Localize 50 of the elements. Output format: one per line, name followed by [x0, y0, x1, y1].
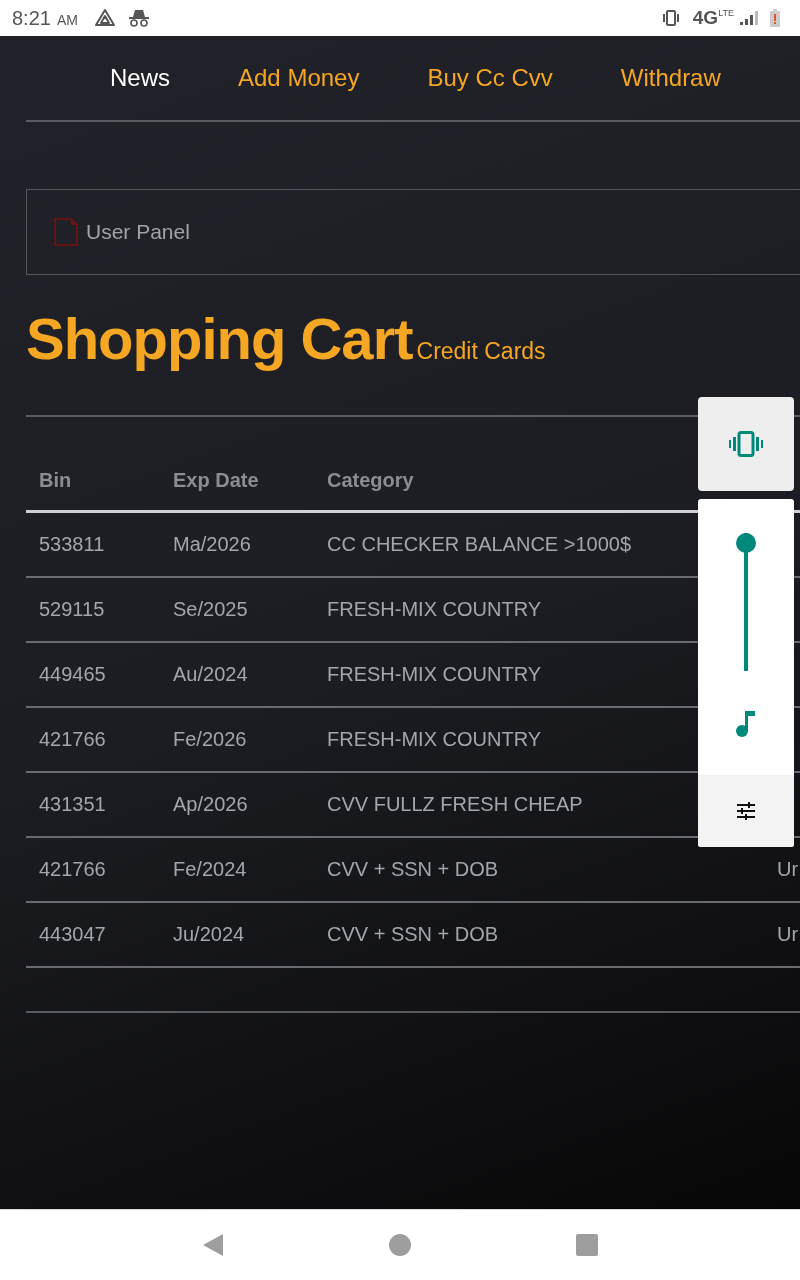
- back-icon[interactable]: [202, 1233, 225, 1257]
- document-icon: [54, 218, 78, 246]
- table-cell-text: 529115: [38, 598, 106, 621]
- settings-icon: [736, 801, 756, 821]
- network-type: 4G: [692, 7, 719, 29]
- table-cell-text: CVV FULLZ FRESH CHEAP: [326, 793, 583, 816]
- network-subtype: LTE: [718, 8, 734, 18]
- table-cell-text: Fe/2024: [172, 858, 248, 881]
- music-note-icon: [736, 709, 756, 737]
- nav-link[interactable]: News: [110, 64, 170, 92]
- vibrate-icon: [660, 10, 681, 26]
- table-cell-text: CVV + SSN + DOB: [326, 923, 499, 946]
- table-cell-text: Se/2025: [172, 598, 249, 621]
- table-cell: Ur: [777, 923, 800, 946]
- nav-link[interactable]: Withdraw: [620, 64, 721, 92]
- table-cell-text: 449465: [38, 663, 107, 686]
- page-subtitle: Credit Cards: [416, 338, 546, 365]
- table-cell-text: FRESH-MIX COUNTRY: [326, 598, 542, 621]
- table-cell-text: 431351: [38, 793, 107, 816]
- table-cell-text: 533811: [38, 533, 106, 556]
- clock-time: 8:21: [12, 6, 51, 30]
- table-cell-text: CC CHECKER BALANCE >1000$: [326, 533, 631, 556]
- table-cell-text: Au/2024: [172, 663, 249, 686]
- table-cell-text: Ma/2026: [172, 533, 252, 556]
- table-cell-text: Ju/2024: [172, 923, 246, 946]
- table-cell-text: Fe/2026: [172, 728, 248, 751]
- recents-icon[interactable]: [575, 1234, 598, 1256]
- vibrate-icon: [729, 431, 763, 457]
- nav-link[interactable]: Buy Cc Cvv: [427, 64, 553, 92]
- table-cell: Ur: [777, 858, 800, 881]
- triangle-icon: [93, 8, 116, 28]
- table-cell-text: 421766: [38, 858, 107, 881]
- clock-period: AM: [56, 12, 78, 28]
- table-cell-text: 443047: [38, 923, 107, 946]
- table-cell-text: CVV + SSN + DOB: [326, 858, 499, 881]
- table-cell-text: Ap/2026: [172, 793, 249, 816]
- incognito-icon: [127, 8, 150, 28]
- home-icon[interactable]: [389, 1234, 411, 1256]
- column-header: Bin: [38, 468, 73, 492]
- panel-title: User Panel: [86, 220, 190, 244]
- column-header: Category: [326, 468, 414, 492]
- table-cell-text: FRESH-MIX COUNTRY: [326, 728, 542, 751]
- table-cell-text: 421766: [38, 728, 107, 751]
- column-header: Exp Date: [172, 468, 260, 492]
- signal-icon: [740, 11, 758, 25]
- battery-icon: [770, 9, 780, 27]
- table-cell-text: FRESH-MIX COUNTRY: [326, 663, 542, 686]
- page-title: Shopping Cart: [26, 305, 413, 372]
- nav-link[interactable]: Add Money: [238, 64, 360, 92]
- vibrate-button[interactable]: [698, 397, 794, 491]
